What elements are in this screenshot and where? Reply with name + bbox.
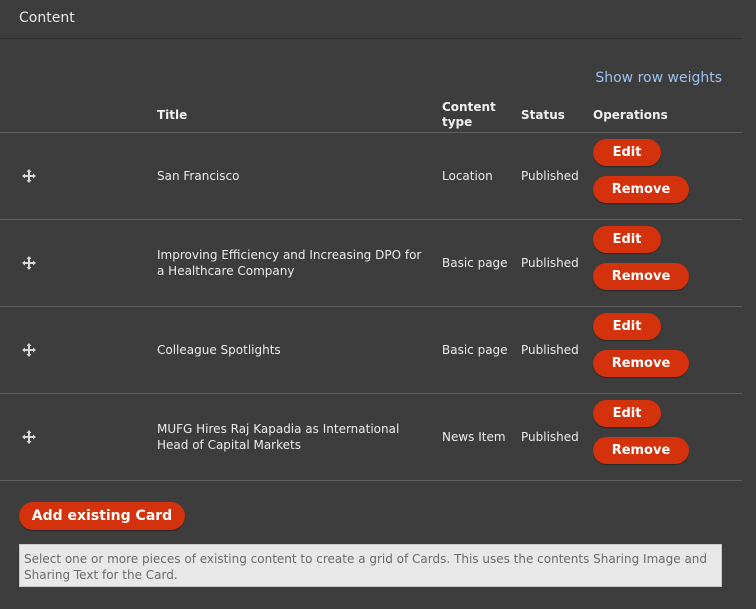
section-header: Content [0,0,742,39]
row-title: San Francisco [157,169,240,183]
row-content-type: Basic page [442,343,508,357]
content-table: Title Content type Status Operations San… [0,96,742,481]
row-status: Published [521,430,579,444]
header-operations: Operations [593,108,668,122]
remove-button[interactable]: Remove [593,176,689,203]
row-content-type: Basic page [442,256,508,270]
drag-handle-icon[interactable] [22,430,36,444]
edit-button[interactable]: Edit [593,313,661,340]
edit-button[interactable]: Edit [593,139,661,166]
edit-button[interactable]: Edit [593,226,661,253]
remove-button[interactable]: Remove [593,437,689,464]
row-status: Published [521,256,579,270]
table-row: San Francisco Location Published Edit Re… [0,133,742,220]
drag-handle-icon[interactable] [22,256,36,270]
header-status: Status [521,108,565,122]
row-status: Published [521,169,579,183]
header-content-type: Content type [442,100,496,129]
row-title: MUFG Hires Raj Kapadia as International … [157,422,400,452]
table-row: MUFG Hires Raj Kapadia as International … [0,394,742,481]
table-row: Colleague Spotlights Basic page Publishe… [0,307,742,394]
remove-button[interactable]: Remove [593,350,689,377]
row-content-type: News Item [442,430,506,444]
drag-handle-icon[interactable] [22,169,36,183]
row-status: Published [521,343,579,357]
table-row: Improving Efficiency and Increasing DPO … [0,220,742,307]
row-content-type: Location [442,169,493,183]
table-header: Title Content type Status Operations [0,96,742,133]
header-title: Title [157,108,188,122]
show-row-weights-link[interactable]: Show row weights [595,70,722,86]
section-title: Content [19,10,75,26]
row-title: Improving Efficiency and Increasing DPO … [157,248,422,278]
edit-button[interactable]: Edit [593,400,661,427]
help-description: Select one or more pieces of existing co… [19,544,722,587]
drag-handle-icon[interactable] [22,343,36,357]
add-existing-card-button[interactable]: Add existing Card [19,502,185,530]
remove-button[interactable]: Remove [593,263,689,290]
row-title: Colleague Spotlights [157,343,281,357]
